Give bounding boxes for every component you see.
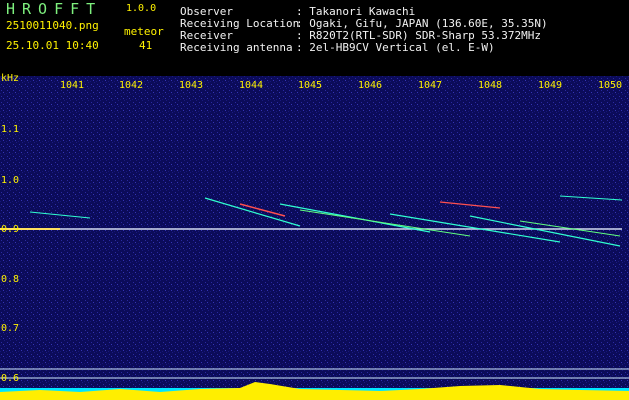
observer-value: : Takanori Kawachi xyxy=(296,5,416,18)
receiver-value: : R820T2(RTL-SDR) SDR-Sharp 53.372MHz xyxy=(296,29,542,42)
meteor-count-label: meteor xyxy=(124,25,164,38)
header-panel: HROFFT 1.0.0 2510011040.png meteor 25.10… xyxy=(0,0,629,76)
y-tick: 0.6 xyxy=(1,373,20,384)
x-tick: 1049 xyxy=(538,80,563,91)
datetime-label: 25.10.01 10:40 xyxy=(6,39,99,52)
observer-key: Observer xyxy=(180,5,233,18)
app-name: HROFFT xyxy=(6,0,103,18)
location-value: : Ogaki, Gifu, JAPAN (136.60E, 35.35N) xyxy=(296,17,548,30)
y-tick: 1.0 xyxy=(1,175,20,186)
x-tick: 1044 xyxy=(239,80,264,91)
x-tick: 1050 xyxy=(598,80,623,91)
antenna-value: : 2el-HB9CV Vertical (el. E-W) xyxy=(296,41,495,54)
x-tick: 1048 xyxy=(478,80,503,91)
x-tick: 1046 xyxy=(358,80,383,91)
x-tick: 1043 xyxy=(179,80,204,91)
filename-label: 2510011040.png xyxy=(6,19,99,32)
spectrogram xyxy=(0,76,629,400)
x-tick: 1047 xyxy=(418,80,443,91)
y-tick: 1.1 xyxy=(1,124,20,135)
antenna-key: Receiving antenna xyxy=(180,41,293,54)
receiver-key: Receiver xyxy=(180,29,233,42)
x-tick: 1042 xyxy=(119,80,144,91)
y-tick: 0.7 xyxy=(1,323,20,334)
app-version: 1.0.0 xyxy=(126,3,157,14)
x-tick: 1041 xyxy=(60,80,85,91)
meteor-count-value: 41 xyxy=(139,39,153,52)
y-tick: 0.8 xyxy=(1,274,20,285)
y-axis-unit: kHz xyxy=(1,73,20,84)
y-tick: 0.9 xyxy=(1,224,20,235)
location-key: Receiving Location xyxy=(180,17,300,30)
x-tick: 1045 xyxy=(298,80,323,91)
